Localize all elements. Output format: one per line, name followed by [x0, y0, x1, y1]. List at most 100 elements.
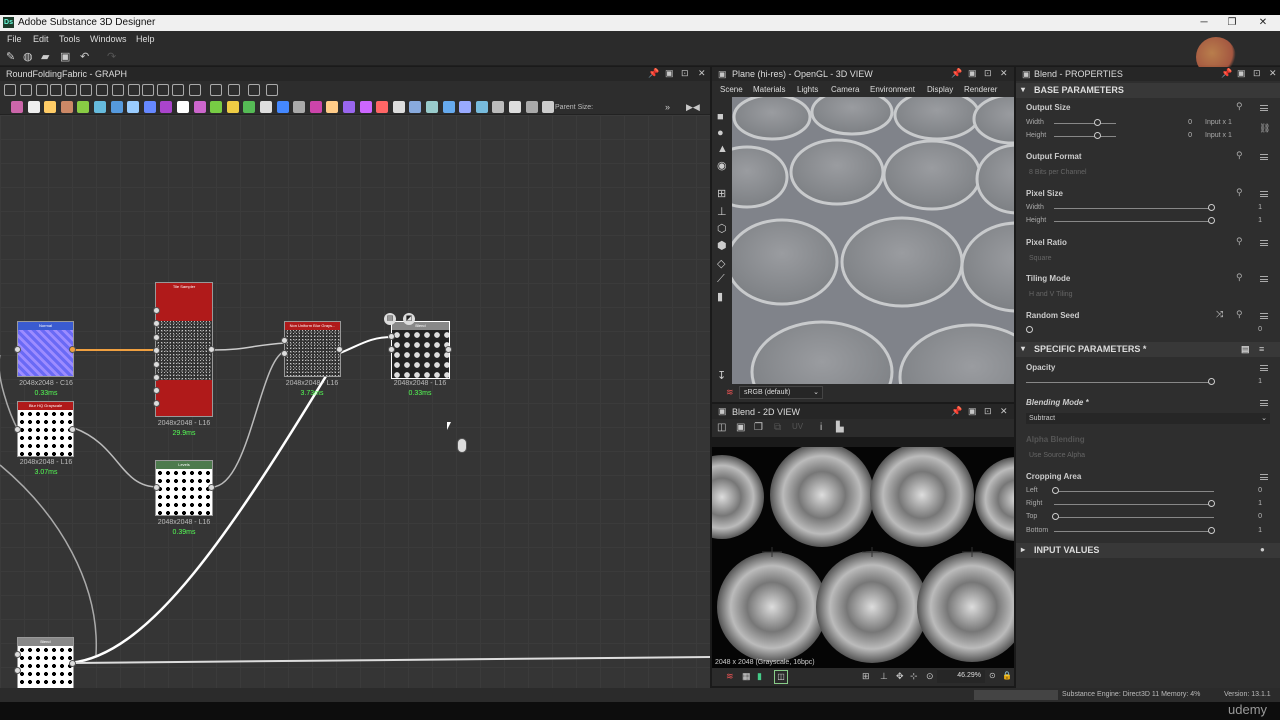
open-folder-icon[interactable]: ▰	[41, 50, 49, 63]
graph-tool-5-icon[interactable]	[65, 84, 77, 96]
undo-icon[interactable]: ↶	[80, 50, 89, 63]
output-size-menu-icon[interactable]	[1260, 105, 1268, 111]
pixel-ratio-menu-icon[interactable]	[1260, 240, 1268, 246]
graph-tool-8-icon[interactable]	[112, 84, 124, 96]
crop-bottom-slider[interactable]	[1054, 531, 1214, 532]
tile-sampler-port-2[interactable]	[153, 320, 160, 327]
node-non-uniform-blur[interactable]: Non Uniform Blur Grays...	[284, 321, 341, 377]
graph-atomic-node-27-icon[interactable]	[442, 101, 455, 113]
graph-atomic-node-10-icon[interactable]	[160, 101, 173, 113]
cube-icon[interactable]: ⬡	[717, 222, 727, 235]
overflow-icon[interactable]: »	[665, 102, 670, 112]
graph-atomic-node-32-icon[interactable]	[525, 101, 538, 113]
node-blend-2[interactable]: Blend	[17, 637, 74, 688]
view3d-menu-renderer[interactable]: Renderer	[964, 85, 997, 94]
input-values-settings-icon[interactable]: ●	[1260, 545, 1265, 554]
view3d-max-icon[interactable]: ⊡	[984, 68, 992, 79]
graph-atomic-node-19-icon[interactable]	[309, 101, 322, 113]
seed-function-icon[interactable]: ⚲	[1236, 309, 1243, 320]
tile-sampler-port-7[interactable]	[153, 387, 160, 394]
view3d-menu-materials[interactable]: Materials	[753, 85, 785, 94]
view3d-menu-lights[interactable]: Lights	[797, 85, 818, 94]
view3d-float-icon[interactable]: ▣	[968, 68, 977, 79]
pixel-height-slider[interactable]	[1054, 221, 1214, 222]
view3d-close-icon[interactable]: ✕	[1000, 68, 1008, 79]
menu-help[interactable]: Help	[136, 34, 155, 44]
histogram-icon[interactable]: ▮	[717, 290, 723, 303]
move-icon[interactable]: ✥	[896, 671, 904, 682]
graph-atomic-node-14-icon[interactable]	[226, 101, 239, 113]
node-tile-sampler[interactable]: Tile Sampler	[155, 282, 213, 417]
node-doc-icon[interactable]: ▤	[384, 313, 396, 325]
tile-sampler-port-3[interactable]	[153, 334, 160, 341]
crop-left-slider[interactable]	[1054, 491, 1214, 492]
new-icon[interactable]: ✎	[6, 50, 15, 63]
blur-input-port-2[interactable]	[281, 350, 288, 357]
crop-left-knob[interactable]	[1052, 487, 1059, 494]
graph-atomic-node-17-icon[interactable]	[276, 101, 289, 113]
blend2-input-port-1[interactable]	[14, 651, 21, 658]
graph-atomic-node-31-icon[interactable]	[509, 101, 521, 113]
layers-icon[interactable]: ≋	[726, 387, 734, 398]
graph-tool-14-icon[interactable]	[210, 84, 222, 96]
tiling-menu-icon[interactable]	[1260, 276, 1268, 282]
graph-atomic-node-22-icon[interactable]	[359, 101, 372, 113]
properties-menu-icon[interactable]: ▣	[1022, 69, 1031, 80]
presets-icon[interactable]: ▤	[1241, 344, 1250, 355]
pixel-width-slider[interactable]	[1054, 208, 1214, 209]
pixel-size-menu-icon[interactable]	[1260, 191, 1268, 197]
node-preview-icon[interactable]: ◩	[403, 313, 415, 325]
camera-icon[interactable]: ■	[717, 111, 724, 123]
graph-tool-12-icon[interactable]	[172, 84, 184, 96]
graph-atomic-node-28-icon[interactable]	[459, 101, 472, 113]
menu-tools[interactable]: Tools	[59, 34, 80, 44]
properties-float-icon[interactable]: ▣	[1237, 68, 1246, 79]
grid-2d-icon[interactable]: ⊞	[862, 671, 870, 682]
properties-close-icon[interactable]: ✕	[1269, 68, 1277, 79]
graph-tool-15-icon[interactable]	[228, 84, 240, 96]
pivot-icon[interactable]: ⊥	[880, 671, 888, 682]
copy-icon[interactable]: ❐	[754, 422, 763, 433]
transform-icon[interactable]: ⊹	[910, 671, 918, 682]
graph-atomic-node-8-icon[interactable]	[127, 101, 140, 113]
environment-icon[interactable]: ▲	[717, 143, 728, 155]
blend2-output-port[interactable]	[69, 660, 76, 667]
view3d-menu-environment[interactable]: Environment	[870, 85, 915, 94]
layers-2d-icon[interactable]: ≋	[726, 671, 734, 682]
output-height-knob[interactable]	[1094, 132, 1101, 139]
graph-atomic-node-24-icon[interactable]	[392, 101, 405, 113]
graph-atomic-node-13-icon[interactable]	[210, 101, 223, 113]
save-image-icon[interactable]: ▣	[736, 422, 745, 433]
node-blur-hq-grayscale[interactable]: Blur HQ Grayscale	[17, 401, 74, 457]
maximize-panel-icon[interactable]: ⊡	[681, 68, 689, 79]
blur-output-port[interactable]	[336, 346, 343, 353]
graph-tool-4-icon[interactable]	[50, 84, 62, 96]
crop-top-slider[interactable]	[1054, 517, 1214, 518]
tangent-icon[interactable]: ⟋	[717, 273, 725, 286]
colorspace-dropdown[interactable]: sRGB (default) ⌄	[739, 386, 823, 399]
view2d-menu-icon[interactable]: ▣	[718, 406, 727, 417]
output-format-menu-icon[interactable]	[1260, 154, 1268, 160]
graph-atomic-node-11-icon[interactable]	[177, 101, 189, 113]
node-normal-input-port[interactable]	[14, 346, 21, 353]
redo-icon[interactable]: ↷	[107, 50, 116, 63]
base-parameters-section[interactable]: ▾ BASE PARAMETERS	[1016, 83, 1280, 98]
tile-sampler-output-port[interactable]	[208, 346, 215, 353]
lock-icon[interactable]: 🔒	[1002, 671, 1012, 680]
opacity-knob[interactable]	[1208, 378, 1215, 385]
globe-icon[interactable]: ◍	[23, 50, 33, 63]
graph-tool-6-icon[interactable]	[80, 84, 92, 96]
uv-icon[interactable]: UV	[792, 422, 803, 431]
checker-icon[interactable]: ▦	[742, 671, 751, 682]
graph-atomic-node-5-icon[interactable]	[77, 101, 90, 113]
graph-atomic-node-3-icon[interactable]	[44, 101, 57, 113]
blurhq-input-port[interactable]	[14, 426, 21, 433]
blur-input-port-1[interactable]	[281, 337, 288, 344]
view2d-viewport[interactable]: 2048 x 2048 (Grayscale, 16bpc)	[712, 447, 1014, 668]
graph-atomic-node-23-icon[interactable]	[376, 101, 389, 113]
tile-sampler-port-8[interactable]	[153, 400, 160, 407]
specific-parameters-section[interactable]: ▾ SPECIFIC PARAMETERS * ▤ ≡	[1016, 342, 1280, 357]
tile-sampler-port-5[interactable]	[153, 361, 160, 368]
pixel-width-knob[interactable]	[1208, 204, 1215, 211]
light-icon[interactable]: ●	[717, 127, 724, 139]
